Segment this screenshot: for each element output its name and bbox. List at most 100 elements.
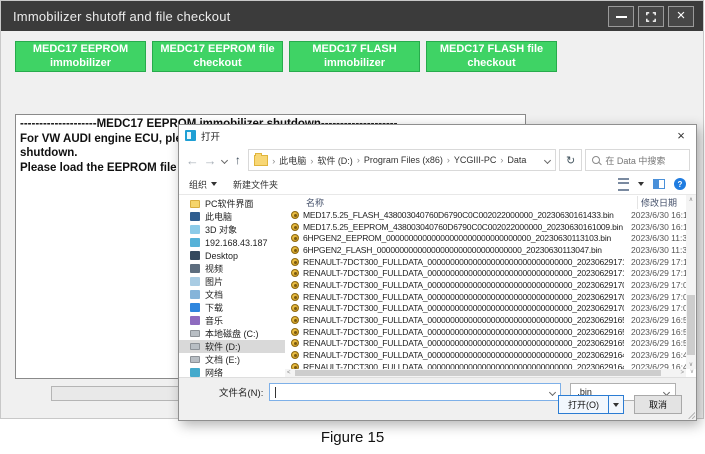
forward-button[interactable]: →	[203, 153, 218, 168]
close-button[interactable]: ×	[668, 6, 694, 27]
scroll-up-icon[interactable]: ∧	[689, 196, 693, 203]
file-row[interactable]: RENAULT-7DCT300_FULLDATA_000000000000000…	[285, 349, 686, 361]
file-row[interactable]: RENAULT-7DCT300_FULLDATA_000000000000000…	[285, 267, 686, 279]
sidebar-item[interactable]: 文档 (E:)	[179, 353, 285, 366]
chevron-down-icon	[613, 403, 619, 407]
filename-input[interactable]	[269, 383, 561, 401]
file-row[interactable]: RENAULT-7DCT300_FULLDATA_000000000000000…	[285, 326, 686, 338]
app-titlebar[interactable]: Immobilizer shutoff and file checkout ×	[1, 1, 703, 31]
dialog-titlebar[interactable]: 打开	[179, 125, 696, 146]
scroll-left-icon[interactable]: <	[287, 370, 291, 376]
new-folder-label: 新建文件夹	[233, 178, 278, 191]
sidebar-item-label: 本地磁盘 (C:)	[205, 327, 259, 340]
window-controls: ×	[608, 6, 694, 27]
dialog-close-button[interactable]: ×	[666, 125, 696, 146]
sidebar-item[interactable]: 图片	[179, 275, 285, 288]
cancel-button[interactable]: 取消	[634, 395, 682, 414]
file-name: RENAULT-7DCT300_FULLDATA_000000000000000…	[303, 315, 624, 325]
resize-grip[interactable]	[688, 412, 695, 419]
action-button[interactable]: MEDC17 EEPROM immobilizer	[15, 41, 146, 72]
horizontal-scrollbar[interactable]: < >	[285, 369, 686, 377]
breadcrumb-item[interactable]: Program Files (x86)	[355, 155, 445, 165]
file-date: 2023/6/29 17:1	[628, 268, 686, 278]
action-button[interactable]: MEDC17 FLASH file checkout	[426, 41, 557, 72]
sidebar-item[interactable]: 此电脑	[179, 210, 285, 223]
horizontal-scroll-thumb[interactable]	[295, 370, 661, 376]
breadcrumb-item[interactable]: YCGIII-PC	[445, 155, 499, 165]
breadcrumb-item[interactable]: 此电脑	[270, 154, 308, 167]
sidebar-item[interactable]: 网络	[179, 366, 285, 377]
file-row[interactable]: RENAULT-7DCT300_FULLDATA_000000000000000…	[285, 361, 686, 369]
file-name: RENAULT-7DCT300_FULLDATA_000000000000000…	[303, 292, 624, 302]
sidebar-item[interactable]: 音乐	[179, 314, 285, 327]
scroll-down-icon[interactable]: ∨	[689, 361, 693, 368]
app-title: Immobilizer shutoff and file checkout	[13, 9, 230, 24]
bin-file-icon	[291, 293, 299, 301]
action-button[interactable]: MEDC17 EEPROM file checkout	[152, 41, 283, 72]
maximize-button[interactable]	[638, 6, 664, 27]
sidebar-item-label: PC软件界面	[205, 197, 254, 210]
breadcrumb-item[interactable]: Data	[498, 155, 528, 165]
dialog-title: 打开	[201, 129, 220, 143]
sidebar-item-label: 软件 (D:)	[205, 340, 241, 353]
up-button[interactable]: ↑	[231, 153, 246, 167]
open-split-arrow[interactable]	[608, 396, 623, 413]
sidebar-item[interactable]: 3D 对象	[179, 223, 285, 236]
breadcrumb-item[interactable]: 软件 (D:)	[308, 154, 355, 167]
view-chevron-icon[interactable]	[638, 182, 644, 186]
file-name: 6HPGEN2_FLASH_00000000000000000000000000…	[303, 245, 624, 255]
file-date: 2023/6/29 16:4	[628, 350, 686, 360]
file-row[interactable]: MED17.5.25_FLASH_438003040760D6790C0C002…	[285, 209, 686, 221]
history-chevron-icon[interactable]	[220, 156, 227, 163]
file-row[interactable]: 6HPGEN2_EEPROM_0000000000000000000000000…	[285, 232, 686, 244]
list-view-icon[interactable]	[618, 178, 629, 191]
bin-file-icon	[291, 351, 299, 359]
minimize-icon	[616, 16, 627, 18]
sidebar-item-icon	[190, 277, 200, 286]
open-button[interactable]: 打开(O)	[558, 395, 624, 414]
vertical-scroll-thumb[interactable]	[687, 295, 695, 355]
bin-file-icon	[291, 258, 299, 266]
file-row[interactable]: MED17.5.25_EEPROM_438003040760D6790C0C00…	[285, 221, 686, 233]
column-header-name[interactable]: 名称	[306, 196, 637, 209]
file-row[interactable]: RENAULT-7DCT300_FULLDATA_000000000000000…	[285, 314, 686, 326]
sidebar-item[interactable]: Desktop	[179, 249, 285, 262]
search-input[interactable]: 在 Data 中搜索	[585, 149, 690, 171]
sidebar-item[interactable]: 192.168.43.187	[179, 236, 285, 249]
action-button[interactable]: MEDC17 FLASH immobilizer	[289, 41, 420, 72]
file-row[interactable]: RENAULT-7DCT300_FULLDATA_000000000000000…	[285, 279, 686, 291]
back-button[interactable]: ←	[185, 153, 200, 168]
chevron-down-icon[interactable]	[544, 156, 551, 163]
refresh-icon: ↻	[566, 154, 575, 167]
file-row[interactable]: RENAULT-7DCT300_FULLDATA_000000000000000…	[285, 256, 686, 268]
new-folder-button[interactable]: 新建文件夹	[233, 178, 278, 191]
sidebar-item[interactable]: 软件 (D:)	[179, 340, 285, 353]
action-button-line2: immobilizer	[324, 57, 385, 71]
file-row[interactable]: RENAULT-7DCT300_FULLDATA_000000000000000…	[285, 338, 686, 350]
dialog-app-icon	[185, 130, 196, 141]
bin-file-icon	[291, 269, 299, 277]
bin-file-icon	[291, 328, 299, 336]
file-date: 2023/6/29 17:0	[628, 280, 686, 290]
file-row[interactable]: RENAULT-7DCT300_FULLDATA_000000000000000…	[285, 291, 686, 303]
preview-pane-icon[interactable]	[653, 179, 665, 189]
sidebar-item[interactable]: 下载	[179, 301, 285, 314]
vertical-scrollbar[interactable]: ∧ ∨	[686, 195, 696, 369]
scroll-right-icon[interactable]: >	[680, 370, 684, 376]
address-bar[interactable]: 此电脑 软件 (D:) Program Files (x86) YCGIII-P…	[248, 149, 555, 171]
filename-label: 文件名(N):	[219, 385, 263, 399]
help-icon[interactable]: ?	[674, 178, 686, 190]
sidebar-item-icon	[190, 290, 200, 299]
minimize-button[interactable]	[608, 6, 634, 27]
file-row[interactable]: 6HPGEN2_FLASH_00000000000000000000000000…	[285, 244, 686, 256]
file-name: 6HPGEN2_EEPROM_0000000000000000000000000…	[303, 233, 624, 243]
sidebar-item[interactable]: PC软件界面	[179, 197, 285, 210]
sidebar-item[interactable]: 本地磁盘 (C:)	[179, 327, 285, 340]
organize-button[interactable]: 组织	[189, 178, 217, 191]
file-name: RENAULT-7DCT300_FULLDATA_000000000000000…	[303, 362, 624, 369]
chevron-down-icon[interactable]	[549, 388, 556, 395]
sidebar-item[interactable]: 视频	[179, 262, 285, 275]
sidebar-item[interactable]: 文档	[179, 288, 285, 301]
refresh-button[interactable]: ↻	[559, 149, 583, 171]
file-row[interactable]: RENAULT-7DCT300_FULLDATA_000000000000000…	[285, 303, 686, 315]
